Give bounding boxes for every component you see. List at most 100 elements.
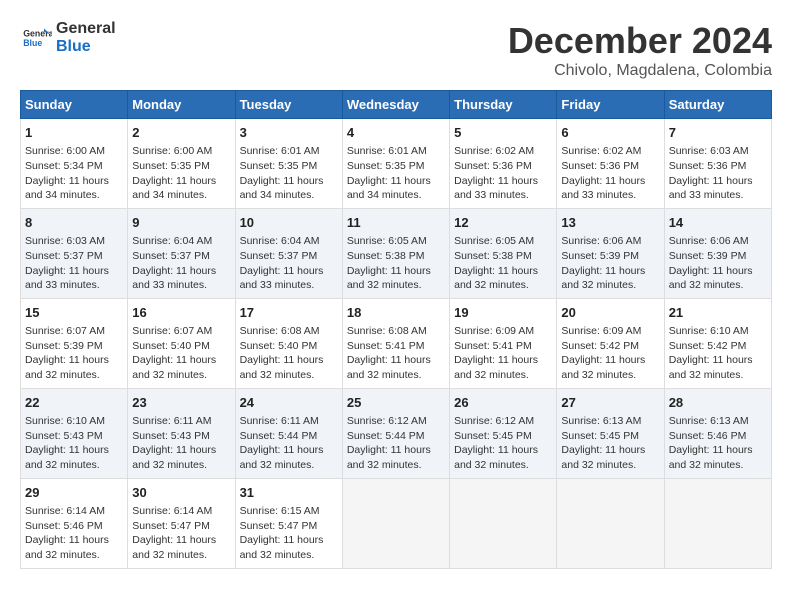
day-number: 24 <box>240 394 338 412</box>
col-header-saturday: Saturday <box>664 91 771 119</box>
col-header-wednesday: Wednesday <box>342 91 449 119</box>
calendar-cell: 15 Sunrise: 6:07 AM Sunset: 5:39 PM Dayli… <box>21 298 128 388</box>
day-number: 16 <box>132 304 230 322</box>
subtitle: Chivolo, Magdalena, Colombia <box>508 62 772 80</box>
calendar-cell: 7Sunrise: 6:03 AM Sunset: 5:36 PM Daylig… <box>664 119 771 209</box>
calendar-cell <box>664 478 771 568</box>
day-number: 31 <box>240 484 338 502</box>
logo-general: General <box>56 20 116 38</box>
col-header-sunday: Sunday <box>21 91 128 119</box>
calendar-cell: 4 Sunrise: 6:01 AM Sunset: 5:35 PM Daylig… <box>342 119 449 209</box>
cell-content: Sunrise: 6:14 AM Sunset: 5:46 PM Dayligh… <box>25 504 123 563</box>
day-number: 4 <box>347 124 445 142</box>
calendar-cell: 11 Sunrise: 6:05 AM Sunset: 5:38 PM Dayli… <box>342 208 449 298</box>
col-header-thursday: Thursday <box>450 91 557 119</box>
cell-content: Sunrise: 6:09 AM Sunset: 5:42 PM Dayligh… <box>561 324 659 383</box>
day-number: 18 <box>347 304 445 322</box>
day-number: 26 <box>454 394 552 412</box>
calendar-cell: 26Sunrise: 6:12 AM Sunset: 5:45 PM Dayli… <box>450 388 557 478</box>
calendar-cell: 20Sunrise: 6:09 AM Sunset: 5:42 PM Dayli… <box>557 298 664 388</box>
cell-content: Sunrise: 6:13 AM Sunset: 5:46 PM Dayligh… <box>669 414 767 473</box>
calendar-table: SundayMondayTuesdayWednesdayThursdayFrid… <box>20 90 772 569</box>
cell-content: Sunrise: 6:05 AM Sunset: 5:38 PM Dayligh… <box>347 234 445 293</box>
cell-content: Sunrise: 6:08 AM Sunset: 5:40 PM Dayligh… <box>240 324 338 383</box>
cell-content: Sunrise: 6:12 AM Sunset: 5:44 PM Dayligh… <box>347 414 445 473</box>
day-number: 29 <box>25 484 123 502</box>
main-title: December 2024 <box>508 20 772 62</box>
calendar-cell <box>450 478 557 568</box>
calendar-cell: 18 Sunrise: 6:08 AM Sunset: 5:41 PM Dayli… <box>342 298 449 388</box>
calendar-header-row: SundayMondayTuesdayWednesdayThursdayFrid… <box>21 91 772 119</box>
svg-text:Blue: Blue <box>23 38 42 48</box>
cell-content: Sunrise: 6:08 AM Sunset: 5:41 PM Dayligh… <box>347 324 445 383</box>
cell-content: Sunrise: 6:03 AM Sunset: 5:37 PM Dayligh… <box>25 234 123 293</box>
calendar-cell: 17 Sunrise: 6:08 AM Sunset: 5:40 PM Dayli… <box>235 298 342 388</box>
day-number: 2 <box>132 124 230 142</box>
cell-content: Sunrise: 6:00 AM Sunset: 5:34 PM Dayligh… <box>25 144 123 203</box>
day-number: 27 <box>561 394 659 412</box>
calendar-week-3: 15 Sunrise: 6:07 AM Sunset: 5:39 PM Dayli… <box>21 298 772 388</box>
day-number: 15 <box>25 304 123 322</box>
col-header-monday: Monday <box>128 91 235 119</box>
day-number: 30 <box>132 484 230 502</box>
calendar-cell: 8Sunrise: 6:03 AM Sunset: 5:37 PM Daylig… <box>21 208 128 298</box>
day-number: 17 <box>240 304 338 322</box>
calendar-cell: 12Sunrise: 6:05 AM Sunset: 5:38 PM Dayli… <box>450 208 557 298</box>
day-number: 5 <box>454 124 552 142</box>
calendar-cell: 28 Sunrise: 6:13 AM Sunset: 5:46 PM Dayli… <box>664 388 771 478</box>
calendar-cell: 16 Sunrise: 6:07 AM Sunset: 5:40 PM Dayli… <box>128 298 235 388</box>
day-number: 9 <box>132 214 230 232</box>
cell-content: Sunrise: 6:04 AM Sunset: 5:37 PM Dayligh… <box>240 234 338 293</box>
calendar-week-1: 1Sunrise: 6:00 AM Sunset: 5:34 PM Daylig… <box>21 119 772 209</box>
calendar-cell: 27 Sunrise: 6:13 AM Sunset: 5:45 PM Dayli… <box>557 388 664 478</box>
calendar-week-4: 22 Sunrise: 6:10 AM Sunset: 5:43 PM Dayli… <box>21 388 772 478</box>
cell-content: Sunrise: 6:10 AM Sunset: 5:42 PM Dayligh… <box>669 324 767 383</box>
cell-content: Sunrise: 6:11 AM Sunset: 5:43 PM Dayligh… <box>132 414 230 473</box>
calendar-cell <box>342 478 449 568</box>
day-number: 19 <box>454 304 552 322</box>
cell-content: Sunrise: 6:06 AM Sunset: 5:39 PM Dayligh… <box>669 234 767 293</box>
calendar-cell: 29 Sunrise: 6:14 AM Sunset: 5:46 PM Dayli… <box>21 478 128 568</box>
cell-content: Sunrise: 6:07 AM Sunset: 5:39 PM Dayligh… <box>25 324 123 383</box>
cell-content: Sunrise: 6:10 AM Sunset: 5:43 PM Dayligh… <box>25 414 123 473</box>
day-number: 10 <box>240 214 338 232</box>
page-header: General Blue General Blue December 2024 … <box>20 20 772 80</box>
calendar-cell: 31 Sunrise: 6:15 AM Sunset: 5:47 PM Dayli… <box>235 478 342 568</box>
day-number: 7 <box>669 124 767 142</box>
cell-content: Sunrise: 6:04 AM Sunset: 5:37 PM Dayligh… <box>132 234 230 293</box>
calendar-cell: 22 Sunrise: 6:10 AM Sunset: 5:43 PM Dayli… <box>21 388 128 478</box>
calendar-cell: 23 Sunrise: 6:11 AM Sunset: 5:43 PM Dayli… <box>128 388 235 478</box>
cell-content: Sunrise: 6:05 AM Sunset: 5:38 PM Dayligh… <box>454 234 552 293</box>
calendar-cell: 14 Sunrise: 6:06 AM Sunset: 5:39 PM Dayli… <box>664 208 771 298</box>
cell-content: Sunrise: 6:01 AM Sunset: 5:35 PM Dayligh… <box>347 144 445 203</box>
cell-content: Sunrise: 6:02 AM Sunset: 5:36 PM Dayligh… <box>561 144 659 203</box>
day-number: 14 <box>669 214 767 232</box>
calendar-cell: 5 Sunrise: 6:02 AM Sunset: 5:36 PM Daylig… <box>450 119 557 209</box>
calendar-cell: 25Sunrise: 6:12 AM Sunset: 5:44 PM Dayli… <box>342 388 449 478</box>
day-number: 23 <box>132 394 230 412</box>
calendar-cell: 9 Sunrise: 6:04 AM Sunset: 5:37 PM Daylig… <box>128 208 235 298</box>
cell-content: Sunrise: 6:06 AM Sunset: 5:39 PM Dayligh… <box>561 234 659 293</box>
day-number: 11 <box>347 214 445 232</box>
cell-content: Sunrise: 6:01 AM Sunset: 5:35 PM Dayligh… <box>240 144 338 203</box>
day-number: 3 <box>240 124 338 142</box>
day-number: 6 <box>561 124 659 142</box>
calendar-cell: 10 Sunrise: 6:04 AM Sunset: 5:37 PM Dayli… <box>235 208 342 298</box>
cell-content: Sunrise: 6:07 AM Sunset: 5:40 PM Dayligh… <box>132 324 230 383</box>
title-section: December 2024 Chivolo, Magdalena, Colomb… <box>508 20 772 80</box>
col-header-friday: Friday <box>557 91 664 119</box>
cell-content: Sunrise: 6:02 AM Sunset: 5:36 PM Dayligh… <box>454 144 552 203</box>
calendar-week-5: 29 Sunrise: 6:14 AM Sunset: 5:46 PM Dayli… <box>21 478 772 568</box>
calendar-cell: 30 Sunrise: 6:14 AM Sunset: 5:47 PM Dayli… <box>128 478 235 568</box>
cell-content: Sunrise: 6:13 AM Sunset: 5:45 PM Dayligh… <box>561 414 659 473</box>
calendar-cell: 1Sunrise: 6:00 AM Sunset: 5:34 PM Daylig… <box>21 119 128 209</box>
calendar-body: 1Sunrise: 6:00 AM Sunset: 5:34 PM Daylig… <box>21 119 772 569</box>
col-header-tuesday: Tuesday <box>235 91 342 119</box>
calendar-cell: 2Sunrise: 6:00 AM Sunset: 5:35 PM Daylig… <box>128 119 235 209</box>
day-number: 22 <box>25 394 123 412</box>
cell-content: Sunrise: 6:15 AM Sunset: 5:47 PM Dayligh… <box>240 504 338 563</box>
cell-content: Sunrise: 6:09 AM Sunset: 5:41 PM Dayligh… <box>454 324 552 383</box>
cell-content: Sunrise: 6:14 AM Sunset: 5:47 PM Dayligh… <box>132 504 230 563</box>
calendar-cell <box>557 478 664 568</box>
day-number: 28 <box>669 394 767 412</box>
